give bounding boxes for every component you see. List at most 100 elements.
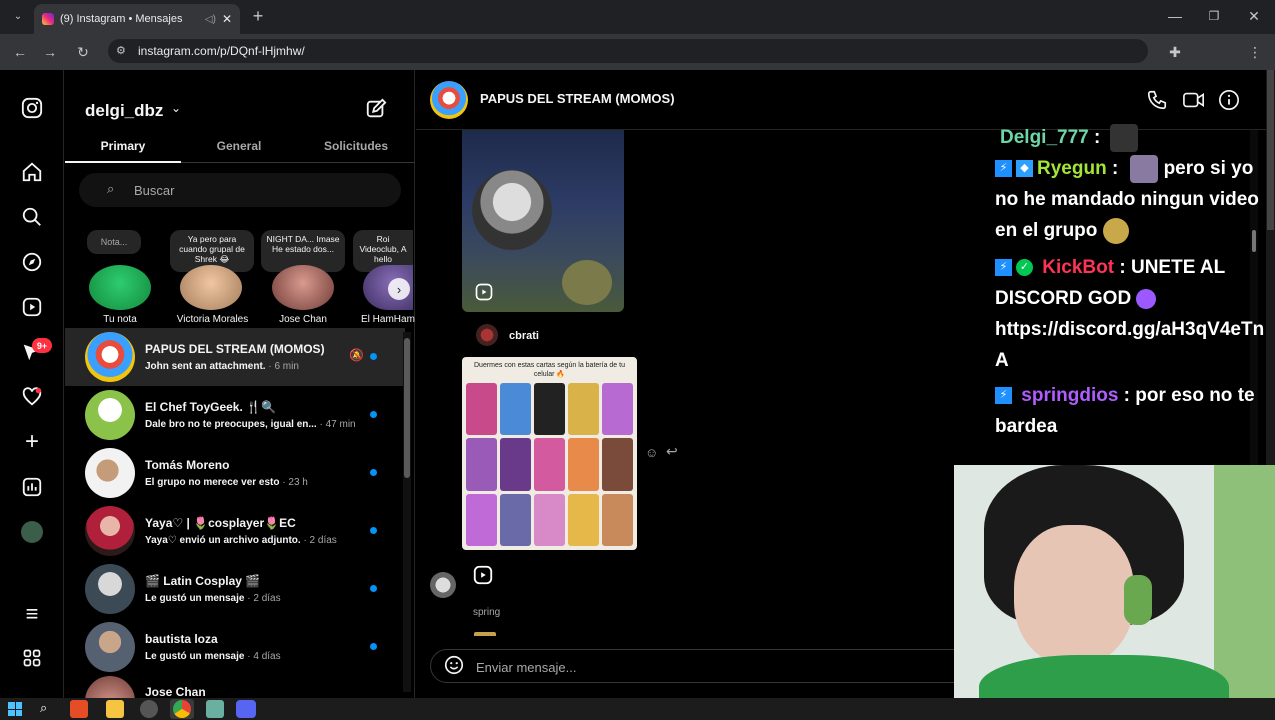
- maximize-icon[interactable]: ❐: [1202, 4, 1226, 28]
- conversation-preview: Dale bro no te preocupes, igual en...: [145, 419, 317, 430]
- conversation-row[interactable]: 🎬 Latin Cosplay 🎬 Le gustó un mensaje · …: [65, 560, 405, 618]
- my-note-avatar[interactable]: [89, 265, 151, 310]
- search-box[interactable]: ⌕ Buscar: [79, 173, 401, 207]
- stream-chat-separator: :: [1114, 257, 1131, 278]
- new-message-icon[interactable]: [365, 98, 387, 125]
- url-bar[interactable]: ⚙ instagram.com/p/DQnf-lHjmhw/: [108, 39, 1148, 63]
- message-input[interactable]: Enviar mensaje...: [476, 660, 576, 675]
- notifications-heart-icon[interactable]: [20, 385, 44, 409]
- subscriber-badge-icon: ◆: [1016, 160, 1033, 178]
- conversation-name: 🎬 Latin Cosplay 🎬: [145, 574, 261, 588]
- search-input[interactable]: Buscar: [134, 183, 174, 198]
- emoji-picker-icon[interactable]: [443, 654, 465, 681]
- brave-browser-icon[interactable]: [70, 700, 88, 718]
- new-tab-icon[interactable]: +: [246, 4, 270, 28]
- purple-circle-icon: [1136, 288, 1157, 309]
- windows-start-icon[interactable]: [8, 702, 22, 716]
- browser-menu-icon[interactable]: ⋮: [1243, 40, 1267, 64]
- message-composer[interactable]: Enviar mensaje...: [430, 649, 970, 683]
- chat-thread: cbrati Duermes con estas cartas según la…: [416, 130, 956, 650]
- conversation-name: PAPUS DEL STREAM (MOMOS): [145, 342, 325, 356]
- explore-icon[interactable]: [20, 250, 44, 274]
- reply-icon[interactable]: ↩: [666, 443, 678, 460]
- video-call-icon[interactable]: [1182, 89, 1206, 116]
- conversation-row[interactable]: bautista loza Le gustó un mensaje · 4 dí…: [65, 618, 405, 676]
- tab-close-icon[interactable]: ✕: [222, 12, 232, 26]
- sender-name: spring: [473, 607, 501, 618]
- instagram-logo-icon[interactable]: [20, 96, 44, 120]
- stream-chat-separator: :: [1088, 127, 1106, 148]
- url-text: instagram.com/p/DQnf-lHjmhw/: [138, 44, 305, 58]
- moderator-badge-icon: ⚡: [995, 259, 1012, 277]
- react-emoji-icon[interactable]: ☺: [645, 445, 658, 460]
- conversation-row[interactable]: Yaya♡ | 🌷cosplayer🌷EC Yaya♡ envió un arc…: [65, 502, 405, 560]
- conversation-row[interactable]: Tomás Moreno El grupo no merece ver esto…: [65, 444, 405, 502]
- extensions-icon[interactable]: ✚: [1163, 40, 1187, 64]
- reels-icon[interactable]: [20, 295, 44, 319]
- dashboard-icon[interactable]: [20, 475, 44, 499]
- minimize-icon[interactable]: —: [1163, 4, 1187, 28]
- tab-audio-icon[interactable]: ◁): [205, 14, 216, 25]
- verified-badge-icon: ✓: [1016, 259, 1033, 277]
- conversation-time: · 2 días: [303, 535, 337, 546]
- sender-avatar[interactable]: [430, 572, 456, 598]
- chrome-icon: [173, 700, 191, 718]
- window-close-icon[interactable]: ✕: [1242, 4, 1266, 28]
- note-avatar[interactable]: [272, 265, 334, 310]
- inbox-scrollbar[interactable]: [403, 332, 411, 692]
- inbox-username[interactable]: delgi_dbz: [85, 101, 163, 121]
- more-menu-icon[interactable]: ≡: [20, 601, 44, 626]
- back-icon[interactable]: ←: [8, 40, 32, 64]
- chat-title[interactable]: PAPUS DEL STREAM (MOMOS): [480, 91, 675, 106]
- tab-general[interactable]: General: [181, 130, 297, 163]
- taskbar-chrome-active[interactable]: [170, 699, 194, 719]
- voice-call-icon[interactable]: [1146, 89, 1168, 116]
- app-icon[interactable]: [206, 700, 224, 718]
- conversation-preview: El grupo no merece ver esto: [145, 477, 280, 488]
- tab-primary[interactable]: Primary: [65, 130, 181, 163]
- chat-avatar[interactable]: [430, 81, 468, 119]
- stream-chat-user: Delgi_777: [1000, 127, 1089, 148]
- tab-requests[interactable]: Solicitudes: [297, 130, 415, 163]
- reload-icon[interactable]: ↻: [71, 40, 95, 64]
- create-icon[interactable]: +: [20, 428, 44, 455]
- tab-search-icon[interactable]: ⌄: [6, 4, 30, 28]
- notes-next-arrow-icon[interactable]: ›: [388, 278, 410, 300]
- site-info-icon[interactable]: ⚙: [116, 44, 126, 57]
- stream-chat-message: ⚡ ✓ KickBot : UNETE AL DISCORD GOD https:…: [990, 252, 1275, 376]
- sender-name: cbrati: [509, 330, 539, 342]
- home-icon[interactable]: [20, 160, 44, 184]
- forward-icon[interactable]: →: [38, 40, 62, 64]
- os-taskbar: ⌕: [0, 698, 1275, 720]
- conversation-name: El Chef ToyGeek. 🍴🔍: [145, 400, 277, 414]
- also-from-meta-icon[interactable]: [20, 646, 44, 670]
- file-explorer-icon[interactable]: [106, 700, 124, 718]
- stream-chat-link: https://discord.gg/aH3qV4eTnA: [995, 319, 1265, 371]
- shared-meme-image[interactable]: Duermes con estas cartas según la baterí…: [462, 357, 637, 550]
- note-name: Tu nota: [103, 314, 137, 325]
- conversation-info-icon[interactable]: [1218, 89, 1240, 116]
- profile-icon[interactable]: [21, 521, 43, 543]
- reel-thumbnail-decoration: [562, 260, 612, 305]
- conversation-preview: Le gustó un mensaje: [145, 593, 245, 604]
- taskbar-search-icon[interactable]: ⌕: [40, 700, 47, 716]
- discord-icon[interactable]: [236, 700, 256, 718]
- conversation-time: · 2 días: [247, 593, 281, 604]
- conversation-time: · 47 min: [319, 419, 355, 430]
- inbox-scrollbar-thumb[interactable]: [404, 338, 410, 478]
- conversation-time: · 6 min: [268, 361, 299, 372]
- conversation-row[interactable]: El Chef ToyGeek. 🍴🔍 Dale bro no te preoc…: [65, 386, 405, 444]
- reel-icon[interactable]: [472, 564, 494, 591]
- conversation-avatar: [85, 506, 135, 556]
- account-switch-chevron-icon[interactable]: ⌄: [171, 101, 181, 115]
- reel-icon: [474, 282, 494, 302]
- conversation-row[interactable]: PAPUS DEL STREAM (MOMOS) John sent an at…: [65, 328, 405, 386]
- browser-tab[interactable]: (9) Instagram • Mensajes ◁) ✕: [34, 4, 240, 34]
- sender-avatar[interactable]: [476, 324, 498, 346]
- conversation-row[interactable]: Jose Chan: [65, 676, 405, 698]
- search-icon[interactable]: [20, 205, 44, 229]
- stream-chat-message: ⚡ ◆ Ryegun : pero si yo no he mandado ning…: [990, 153, 1275, 246]
- obs-icon[interactable]: [140, 700, 158, 718]
- note-avatar[interactable]: [180, 265, 242, 310]
- note-bubble[interactable]: Nota...: [87, 230, 141, 254]
